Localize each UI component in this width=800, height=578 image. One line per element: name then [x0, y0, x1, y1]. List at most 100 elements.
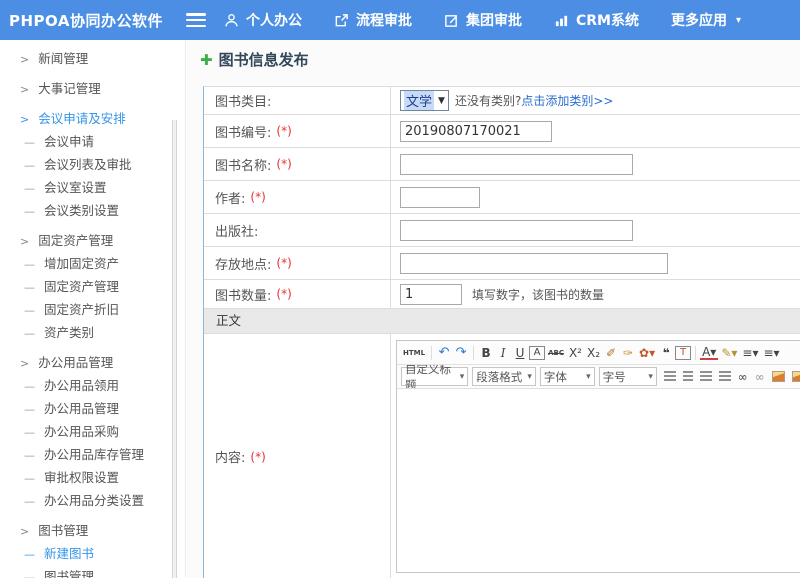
dash-icon: — [24, 571, 35, 578]
chevron-right-icon: > [20, 53, 29, 66]
underline-button[interactable]: U [512, 344, 528, 362]
caret-down-icon: ▾ [460, 372, 465, 382]
book-publish-form: 图书类目: 文学 ▼ 还没有类别? 点击添加类别>> 图书编号:(*) 图书名称… [203, 86, 800, 578]
quantity-hint: 填写数字，该图书的数量 [472, 286, 604, 303]
sidebar-item-meeting-list[interactable]: —会议列表及审批 [0, 153, 185, 176]
editor-content-area[interactable] [397, 389, 800, 572]
nav-crm-system[interactable]: CRM系统 [554, 10, 639, 30]
insert-image-icon[interactable] [772, 371, 786, 382]
sidebar-item-asset-mgmt[interactable]: >固定资产管理 [0, 229, 185, 252]
nav-personal-office[interactable]: 个人办公 [224, 10, 302, 30]
sidebar-item-supplies-category[interactable]: —办公用品分类设置 [0, 489, 185, 512]
sidebar-item-meeting-request[interactable]: —会议申请 [0, 130, 185, 153]
sidebar-item-meeting-category[interactable]: —会议类别设置 [0, 199, 185, 222]
top-nav: 个人办公 流程审批 集团审批 CRM系统 更多应用 ▾ [224, 10, 741, 30]
field-label: 图书名称: [215, 155, 271, 174]
toolbar-separator [473, 346, 474, 360]
sidebar-item-add-asset[interactable]: —增加固定资产 [0, 252, 185, 275]
sidebar-item-supplies-purchase[interactable]: —办公用品采购 [0, 420, 185, 443]
chevron-right-icon: > [20, 113, 29, 126]
html-source-button[interactable]: HTML [401, 344, 427, 362]
required-marker: (*) [276, 256, 291, 270]
plus-icon: ✚ [200, 51, 213, 69]
sidebar-item-supplies-manage[interactable]: —办公用品管理 [0, 397, 185, 420]
align-left-icon[interactable] [664, 371, 676, 382]
form-row-category: 图书类目: 文学 ▼ 还没有类别? 点击添加类别>> [204, 87, 800, 115]
publisher-input[interactable] [400, 220, 633, 241]
caret-down-icon: ▾ [527, 372, 532, 382]
align-justify-icon[interactable] [719, 371, 731, 382]
toolbar-separator [431, 346, 432, 360]
blockquote-button[interactable]: ❝ [658, 344, 674, 362]
align-right-icon[interactable] [700, 371, 712, 382]
link-icon[interactable]: ∞ [735, 368, 751, 386]
font-size-dropdown[interactable]: 字号▾ [599, 367, 657, 386]
italic-button[interactable]: I [495, 344, 511, 362]
strikethrough-button[interactable]: ABC [546, 344, 566, 362]
sidebar-item-asset-manage[interactable]: —固定资产管理 [0, 275, 185, 298]
book-number-input[interactable] [400, 121, 552, 142]
required-marker: (*) [250, 190, 265, 204]
format-brush-icon[interactable]: ✑ [620, 344, 636, 362]
unlink-icon[interactable]: ∞ [752, 368, 768, 386]
nav-group-approval[interactable]: 集团审批 [444, 10, 522, 30]
sidebar-item-supplies-mgmt[interactable]: >办公用品管理 [0, 351, 185, 374]
sidebar-item-asset-depreciation[interactable]: —固定资产折旧 [0, 298, 185, 321]
category-select[interactable]: 文学 ▼ [400, 90, 449, 111]
sidebar-item-new-book[interactable]: —新建图书 [0, 542, 185, 565]
font-color-button[interactable]: A▾ [700, 345, 718, 360]
remove-format-icon[interactable]: ✐ [603, 344, 619, 362]
nav-more-apps[interactable]: 更多应用 ▾ [671, 10, 741, 30]
location-input[interactable] [400, 253, 668, 274]
sidebar-item-supplies-inventory[interactable]: —办公用品库存管理 [0, 443, 185, 466]
dash-icon: — [24, 472, 35, 485]
chevron-right-icon: > [20, 525, 29, 538]
field-label: 作者: [215, 188, 245, 207]
insert-image-upload-icon[interactable] [792, 371, 800, 382]
book-name-input[interactable] [400, 154, 633, 175]
page-title: ✚ 图书信息发布 [200, 49, 309, 70]
redo-icon[interactable]: ↷ [453, 344, 469, 362]
sidebar-item-approval-permission[interactable]: —审批权限设置 [0, 466, 185, 489]
ordered-list-button[interactable]: ≡▾ [740, 344, 760, 362]
required-marker: (*) [276, 157, 291, 171]
font-family-dropdown[interactable]: 字体▾ [540, 367, 595, 386]
subscript-button[interactable]: X₂ [585, 344, 602, 362]
custom-title-dropdown[interactable]: 自定义标题▾ [401, 367, 468, 386]
dash-icon: — [24, 182, 35, 195]
sidebar-item-asset-category[interactable]: —资产类别 [0, 321, 185, 344]
bold-button[interactable]: B [478, 344, 494, 362]
color-palette-icon[interactable]: ✿▾ [637, 344, 657, 362]
sidebar-item-events-mgmt[interactable]: >大事记管理 [0, 77, 185, 100]
paragraph-format-dropdown[interactable]: 段落格式▾ [472, 367, 536, 386]
unordered-list-button[interactable]: ≡▾ [761, 344, 781, 362]
hamburger-menu-icon[interactable] [186, 13, 206, 27]
form-row-content: 内容:(*) HTML ↶ ↷ B I U A ABC X² [204, 334, 800, 578]
sidebar-item-meeting-room[interactable]: —会议室设置 [0, 176, 185, 199]
align-center-icon[interactable] [683, 371, 694, 382]
sidebar-scrollbar[interactable] [172, 120, 177, 578]
highlighter-icon[interactable]: ✎▾ [719, 344, 739, 362]
dash-icon: — [24, 281, 35, 294]
nav-workflow-approval[interactable]: 流程审批 [334, 10, 412, 30]
select-caret-icon: ▼ [438, 96, 445, 106]
sidebar-item-supplies-claim[interactable]: —办公用品领用 [0, 374, 185, 397]
superscript-button[interactable]: X² [567, 344, 584, 362]
dash-icon: — [24, 380, 35, 393]
form-row-book-number: 图书编号:(*) [204, 115, 800, 148]
dash-icon: — [24, 258, 35, 271]
dash-icon: — [24, 136, 35, 149]
dash-icon: — [24, 159, 35, 172]
sidebar-item-book-manage[interactable]: —图书管理 [0, 565, 185, 578]
sidebar-item-meeting-apply[interactable]: >会议申请及安排 [0, 107, 185, 130]
paste-word-icon[interactable]: T [675, 346, 691, 360]
author-input[interactable] [400, 187, 480, 208]
add-category-link[interactable]: 点击添加类别>> [521, 92, 613, 109]
dash-icon: — [24, 205, 35, 218]
autotypeset-button[interactable]: A [529, 346, 545, 360]
sidebar-item-news-mgmt[interactable]: >新闻管理 [0, 47, 185, 70]
quantity-input[interactable] [400, 284, 462, 305]
undo-icon[interactable]: ↶ [436, 344, 452, 362]
sidebar-item-book-mgmt[interactable]: >图书管理 [0, 519, 185, 542]
form-row-location: 存放地点:(*) [204, 247, 800, 280]
